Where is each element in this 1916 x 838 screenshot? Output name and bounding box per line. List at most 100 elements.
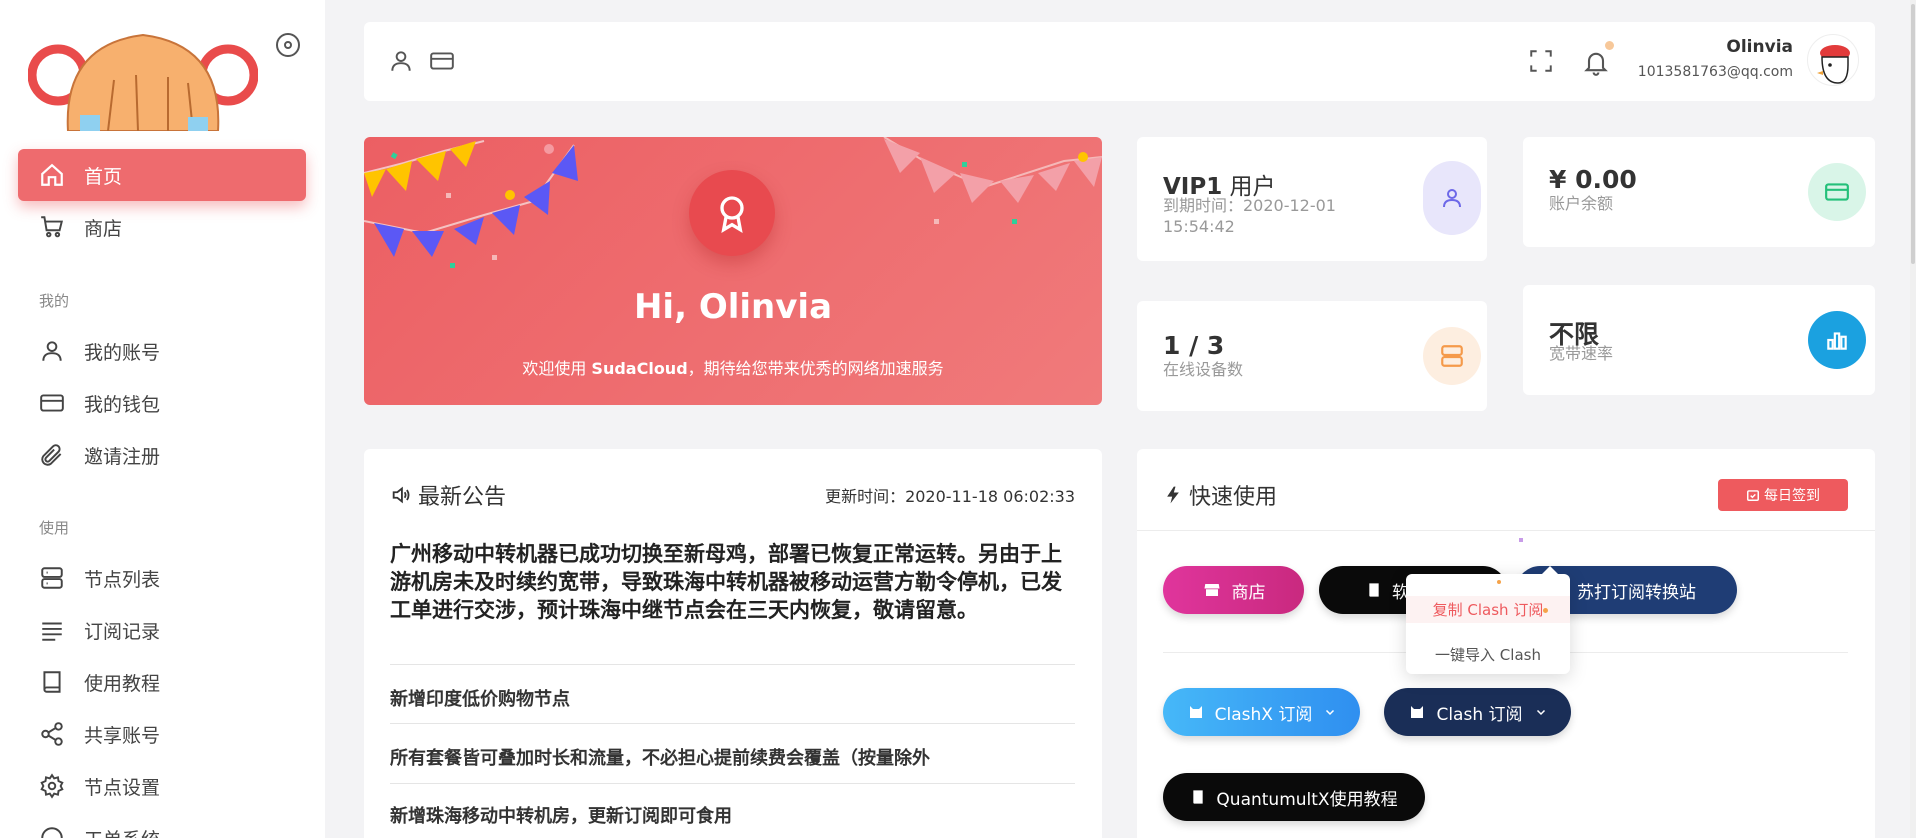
daily-checkin-button[interactable]: 每日签到 [1718, 479, 1848, 511]
wallet-icon [1808, 163, 1866, 221]
sidebar-item-tickets[interactable]: 工单系统 [18, 812, 306, 838]
announcement-headline: 广州移动中转机器已成功切换至新母鸡，部署已恢复正常运转。另由于上游机房未及时续约… [390, 542, 1062, 622]
welcome-sub-suffix: ，期待给您带来优秀的网络加速服务 [687, 359, 944, 378]
sidebar-item-label: 首页 [84, 165, 123, 188]
sidebar-item-share[interactable]: 共享账号 [18, 708, 306, 760]
sidebar-item-shop[interactable]: 商店 [18, 201, 306, 253]
sparkle-decoration [1497, 580, 1501, 584]
sidebar-item-tutorial[interactable]: 使用教程 [18, 656, 306, 708]
announcement-item: 所有套餐皆可叠加时长和流量，不必担心提前续费会覆盖（按量除外 [390, 748, 930, 769]
sparkle-decoration [1543, 608, 1548, 613]
devices-card: 1 / 3 在线设备数 [1137, 301, 1487, 411]
daily-checkin-label: 每日签到 [1764, 488, 1820, 504]
quick-use-title: 快速使用 [1163, 479, 1277, 511]
vip-card: VIP1 用户 到期时间：2020-12-01 15:54:42 [1137, 137, 1487, 261]
import-clash-item[interactable]: 一键导入 Clash [1406, 644, 1570, 665]
ticket-icon [38, 824, 66, 838]
paperclip-icon [38, 441, 66, 469]
announcement-item: 新增珠海移动中转机房，更新订阅即可食用 [390, 806, 732, 827]
balance-value: ¥ 0.00 [1549, 165, 1637, 194]
sidebar-item-subscriptions[interactable]: 订阅记录 [18, 604, 306, 656]
bell-icon[interactable] [1582, 48, 1610, 80]
shop-button-label: 商店 [1231, 582, 1266, 603]
share-icon [38, 720, 66, 748]
list-icon [38, 616, 66, 644]
user-icon[interactable] [388, 48, 414, 78]
avatar[interactable] [1807, 34, 1859, 86]
announcement-title: 最新公告 [390, 479, 506, 511]
user-name: Olinvia [1726, 37, 1793, 57]
page-scrollbar[interactable] [1910, 0, 1916, 838]
section-label-use: 使用 [39, 519, 70, 537]
book-icon [38, 668, 66, 696]
balance-label: 账户余额 [1549, 194, 1614, 213]
welcome-subtitle: 欢迎使用 SudaCloud，期待给您带来优秀的网络加速服务 [364, 355, 1102, 379]
quantumultx-tutorial-button[interactable]: QuantumultX使用教程 [1163, 773, 1425, 821]
user-icon [38, 337, 66, 365]
sparkle-decoration [1519, 538, 1523, 542]
server-icon [38, 564, 66, 592]
sidebar-item-nodes[interactable]: 节点列表 [18, 552, 306, 604]
greeting-title: Hi, Olinvia [633, 287, 833, 327]
clash-dropdown-menu: 复制 Clash 订阅 一键导入 Clash [1406, 566, 1570, 674]
home-icon [38, 161, 66, 189]
user-icon [1423, 161, 1481, 235]
clash-subscribe-label: Clash 订阅 [1436, 704, 1523, 725]
award-badge [689, 170, 775, 256]
store-icon [1202, 581, 1222, 599]
sidebar-item-home[interactable]: 首页 [18, 149, 306, 201]
sidebar-item-invite[interactable]: 邀请注册 [18, 429, 306, 481]
announcement-title-text: 最新公告 [418, 485, 507, 510]
sidebar-item-label: 使用教程 [84, 672, 161, 695]
welcome-sub-prefix: 欢迎使用 [522, 359, 592, 378]
divider [390, 783, 1075, 784]
sudacloud-converter-label: 苏打订阅转换站 [1577, 582, 1696, 603]
sidebar-item-label: 邀请注册 [84, 445, 161, 468]
scrollbar-thumb[interactable] [1911, 4, 1915, 264]
devices-value: 1 / 3 [1163, 331, 1225, 360]
clash-subscribe-button[interactable]: Clash 订阅 [1384, 688, 1571, 736]
calendar-check-icon [1747, 490, 1759, 501]
sidebar-item-node-settings[interactable]: 节点设置 [18, 760, 306, 812]
top-bar: Olinvia 1013581763@qq.com [364, 22, 1875, 101]
sidebar-item-label: 共享账号 [84, 724, 161, 747]
sidebar-item-wallet[interactable]: 我的钱包 [18, 377, 306, 429]
sidebar-item-account[interactable]: 我的账号 [18, 325, 306, 377]
vip-expire-time: 15:54:42 [1163, 217, 1235, 236]
shop-button[interactable]: 商店 [1163, 566, 1304, 614]
clashx-subscribe-button[interactable]: ClashX 订阅 [1163, 688, 1360, 736]
divider [1137, 530, 1875, 531]
quantumultx-tutorial-label: QuantumultX使用教程 [1216, 789, 1398, 810]
bandwidth-label: 宽带速率 [1549, 344, 1614, 363]
sidebar-item-label: 节点设置 [84, 776, 161, 799]
vip-expire-label: 到期时间：2020-12-01 [1163, 196, 1336, 215]
divider [390, 723, 1075, 724]
sidebar-item-label: 我的账号 [84, 341, 161, 364]
welcome-banner: Hi, Olinvia 欢迎使用 SudaCloud，期待给您带来优秀的网络加速… [364, 137, 1102, 405]
cat-icon [1187, 703, 1205, 721]
logo[interactable] [28, 25, 258, 131]
server-icon [1423, 327, 1481, 385]
divider [390, 664, 1075, 665]
cart-icon [38, 213, 66, 241]
devices-label: 在线设备数 [1163, 360, 1244, 379]
section-label-mine: 我的 [39, 292, 70, 310]
announcement-item: 新增印度低价购物节点 [390, 689, 570, 710]
sidebar-item-label: 订阅记录 [84, 620, 161, 643]
book-icon [1190, 788, 1206, 806]
bar-chart-icon [1808, 311, 1866, 369]
clashx-subscribe-label: ClashX 订阅 [1214, 704, 1313, 725]
award-icon [720, 196, 744, 233]
announcement-card: 最新公告 更新时间：2020-11-18 06:02:33 广州移动中转机器已成… [364, 449, 1102, 838]
chevron-down-icon [1535, 706, 1547, 718]
sidebar-item-label: 商店 [84, 217, 123, 240]
sidebar: 首页 商店 我的 我的账号 我的钱包 邀请注册 使用 节点列表 订阅记录 使用教… [0, 0, 325, 838]
wallet-icon[interactable] [428, 48, 456, 78]
target-icon [284, 41, 292, 49]
brand-name: SudaCloud [591, 359, 688, 378]
gear-icon [38, 772, 66, 800]
balance-card: ¥ 0.00 账户余额 [1523, 137, 1875, 247]
sidebar-item-label: 我的钱包 [84, 393, 161, 416]
collapse-sidebar-button[interactable] [276, 33, 300, 57]
fullscreen-icon[interactable] [1528, 48, 1554, 78]
